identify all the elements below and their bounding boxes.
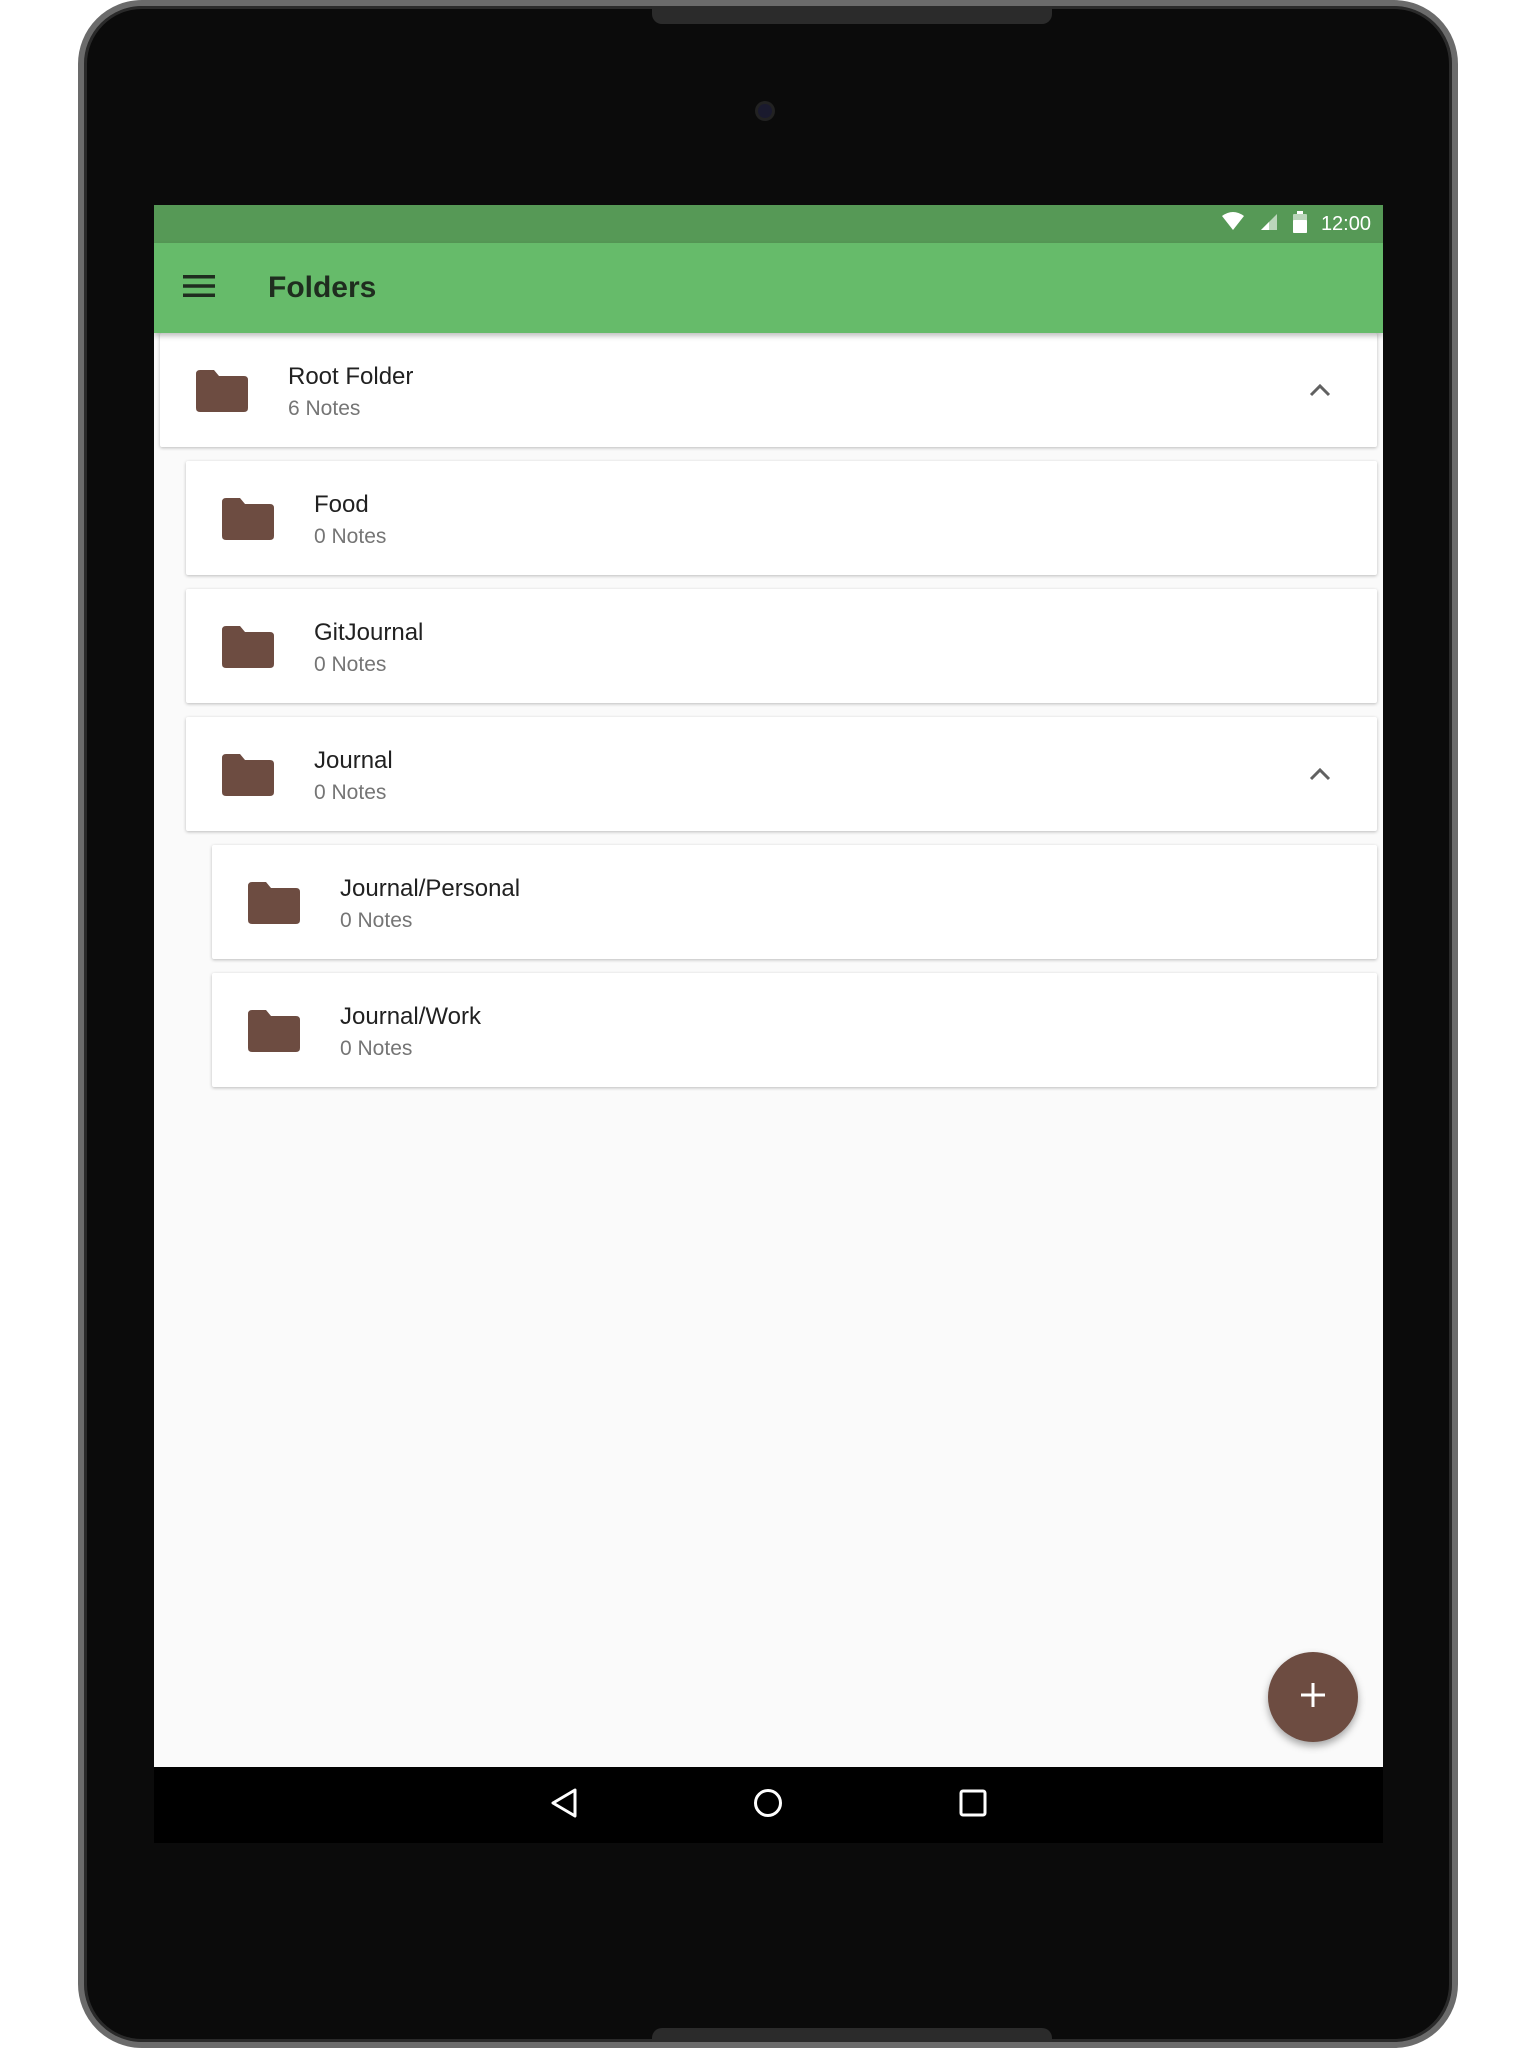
folder-item-gitjournal[interactable]: GitJournal 0 Notes	[186, 589, 1377, 703]
folder-icon	[222, 754, 274, 796]
folder-icon	[222, 498, 274, 540]
folder-icon	[248, 1010, 300, 1052]
back-button[interactable]	[544, 1785, 584, 1825]
chevron-up-icon[interactable]	[1303, 373, 1337, 407]
folder-name: GitJournal	[314, 619, 424, 646]
folder-item-journal-personal[interactable]: Journal/Personal 0 Notes	[212, 845, 1377, 959]
plus-icon	[1299, 1681, 1327, 1714]
page-title: Folders	[268, 271, 377, 304]
add-folder-button[interactable]	[1268, 1652, 1358, 1742]
folder-item-root[interactable]: Root Folder 6 Notes	[160, 333, 1377, 447]
folder-name: Root Folder	[288, 363, 414, 390]
folder-name: Journal	[314, 747, 393, 774]
back-icon	[549, 1787, 579, 1824]
signal-icon	[1259, 212, 1279, 237]
app-bar: Folders	[154, 243, 1383, 333]
folder-note-count: 0 Notes	[314, 653, 387, 676]
folder-note-count: 0 Notes	[340, 909, 413, 932]
folder-item-journal-work[interactable]: Journal/Work 0 Notes	[212, 973, 1377, 1087]
home-button[interactable]	[748, 1785, 788, 1825]
folder-note-count: 0 Notes	[340, 1037, 413, 1060]
menu-icon	[183, 274, 215, 303]
status-bar: 12:00	[154, 205, 1383, 243]
recents-icon	[958, 1788, 988, 1823]
folder-note-count: 0 Notes	[314, 525, 387, 548]
recents-button[interactable]	[953, 1785, 993, 1825]
status-icons: 12:00	[1221, 205, 1371, 243]
chevron-up-icon[interactable]	[1303, 757, 1337, 791]
system-nav-bar	[154, 1767, 1383, 1843]
device-bottom-notch	[652, 2028, 1052, 2042]
folder-note-count: 0 Notes	[314, 781, 387, 804]
folder-name: Journal/Work	[340, 1003, 481, 1030]
front-camera	[758, 104, 772, 118]
folder-name: Food	[314, 491, 369, 518]
folder-note-count: 6 Notes	[288, 397, 361, 420]
home-icon	[752, 1787, 784, 1824]
wifi-icon	[1221, 211, 1245, 237]
folder-name: Journal/Personal	[340, 875, 521, 902]
app-screen: 12:00 Folders Root Folder 6 Notes Food 0…	[154, 205, 1383, 1843]
folder-item-food[interactable]: Food 0 Notes	[186, 461, 1377, 575]
battery-icon	[1292, 210, 1307, 238]
menu-button[interactable]	[174, 263, 224, 313]
status-time: 12:00	[1320, 212, 1371, 235]
folder-icon	[196, 370, 248, 412]
folder-item-journal[interactable]: Journal 0 Notes	[186, 717, 1377, 831]
folder-icon	[248, 882, 300, 924]
folder-icon	[222, 626, 274, 668]
device-top-notch	[652, 6, 1052, 24]
